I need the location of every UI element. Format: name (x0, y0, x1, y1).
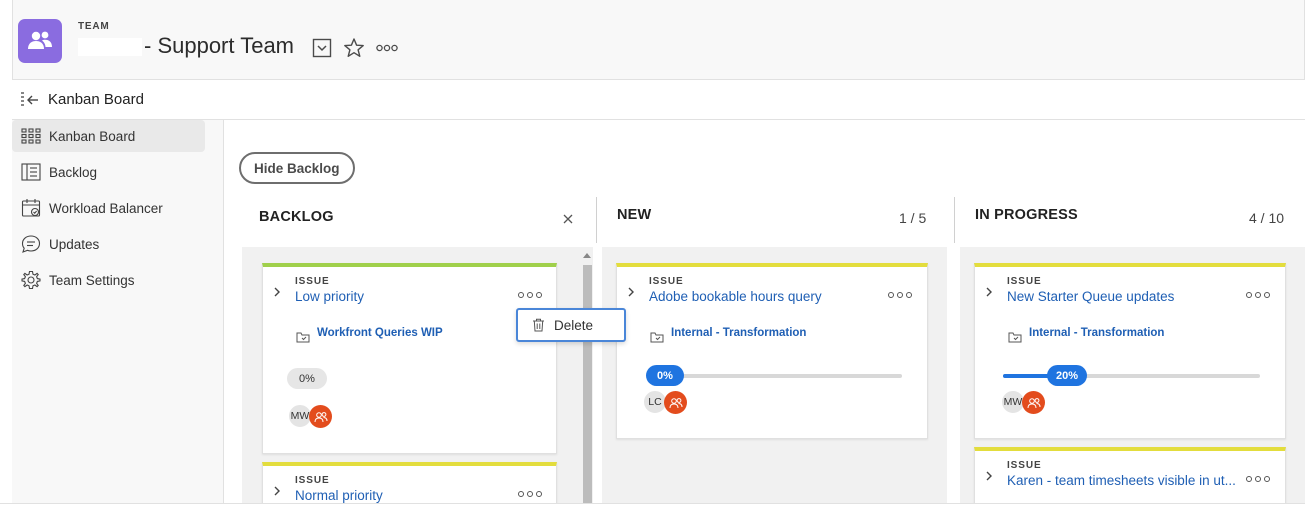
board-title: Kanban Board (48, 91, 144, 108)
project-link[interactable]: Internal - Transformation (671, 327, 806, 339)
sidebar-item-team-settings[interactable]: Team Settings (12, 264, 205, 296)
trash-icon (532, 318, 545, 332)
card-type-label: ISSUE (295, 276, 330, 287)
card-title-link[interactable]: Adobe bookable hours query (649, 289, 879, 304)
delete-menu-item[interactable]: Delete (516, 308, 626, 342)
star-icon[interactable] (343, 37, 365, 59)
team-avatar-icon[interactable] (1022, 391, 1045, 414)
project-link[interactable]: Internal - Transformation (1029, 327, 1164, 339)
column-count: 4 / 10 (1249, 210, 1285, 226)
scroll-thumb[interactable] (583, 265, 592, 509)
chat-bubble-icon (20, 233, 42, 255)
issue-card[interactable]: ISSUE Low priority Workfront Queries WIP… (262, 263, 557, 454)
more-icon[interactable] (518, 289, 542, 301)
chevron-right-icon[interactable] (985, 469, 993, 487)
more-icon[interactable] (888, 289, 912, 301)
column-name: BACKLOG (259, 209, 334, 225)
card-type-label: ISSUE (649, 276, 684, 287)
card-type-label: ISSUE (1007, 460, 1042, 471)
team-type-label: TEAM (78, 21, 110, 32)
column-header-backlog: BACKLOG (242, 199, 596, 243)
chevron-right-icon[interactable] (627, 285, 635, 303)
board-area: Hide Backlog BACKLOG NEW 1 / 5 IN PROGRE… (225, 121, 1305, 509)
card-title-link[interactable]: Low priority (295, 289, 495, 304)
more-icon[interactable] (1246, 289, 1270, 301)
chevron-right-icon[interactable] (273, 285, 281, 303)
scroll-up-arrow-icon[interactable] (583, 253, 591, 258)
project-link[interactable]: Workfront Queries WIP (317, 327, 443, 339)
chevron-right-icon[interactable] (985, 285, 993, 303)
issue-card[interactable]: ISSUE Karen - team timesheets visible in… (974, 447, 1286, 507)
column-count: 1 / 5 (899, 210, 927, 226)
project-icon (650, 330, 664, 348)
collapse-panel-icon[interactable] (19, 91, 41, 114)
card-type-label: ISSUE (1007, 276, 1042, 287)
page-title: - Support Team (78, 33, 294, 59)
issue-card[interactable]: ISSUE New Starter Queue updates Internal… (974, 263, 1286, 439)
hide-backlog-button[interactable]: Hide Backlog (239, 152, 355, 184)
backlog-scrollbar[interactable] (580, 247, 593, 509)
sidebar-item-label: Kanban Board (49, 128, 136, 144)
column-header-new: NEW 1 / 5 (597, 199, 954, 243)
sidebar-item-label: Updates (49, 236, 100, 252)
card-title-link[interactable]: New Starter Queue updates (1007, 289, 1237, 304)
card-title-link[interactable]: Normal priority (295, 488, 495, 503)
more-icon[interactable] (518, 488, 542, 500)
issue-card[interactable]: ISSUE Adobe bookable hours query Interna… (616, 263, 928, 439)
kanban-grid-icon (20, 125, 42, 147)
card-type-label: ISSUE (295, 475, 330, 486)
progress-badge: 0% (646, 365, 684, 386)
board-toolbar: Kanban Board (12, 80, 1305, 120)
chevron-right-icon[interactable] (273, 484, 281, 502)
project-icon (296, 330, 310, 348)
column-header-in-progress: IN PROGRESS 4 / 10 (955, 199, 1305, 243)
progress-track (647, 374, 902, 378)
card-title-link[interactable]: Karen - team timesheets visible in ut... (1007, 473, 1239, 488)
gear-icon (20, 269, 42, 291)
column-name: NEW (617, 207, 652, 223)
backlog-icon (20, 161, 42, 183)
close-icon[interactable] (562, 212, 574, 230)
page-header: TEAM - Support Team (12, 0, 1305, 80)
sidebar-item-label: Team Settings (49, 272, 135, 288)
column-name: IN PROGRESS (975, 207, 1078, 223)
sidebar: Kanban Board Backlog Workload Balancer U… (12, 120, 224, 509)
calendar-icon (20, 197, 42, 219)
issue-card[interactable]: ISSUE Normal priority (262, 462, 557, 509)
project-icon (1008, 330, 1022, 348)
dropdown-icon[interactable] (311, 37, 333, 59)
sidebar-item-backlog[interactable]: Backlog (12, 156, 205, 188)
progress-track (1003, 374, 1260, 378)
progress-badge: 0% (287, 368, 327, 389)
sidebar-item-kanban-board[interactable]: Kanban Board (12, 120, 205, 152)
team-icon (18, 19, 62, 63)
progress-badge: 20% (1047, 365, 1087, 386)
more-icon[interactable] (1246, 473, 1270, 485)
sidebar-item-label: Backlog (49, 164, 98, 180)
page-bottom-edge (0, 503, 1305, 509)
delete-menu-label: Delete (554, 317, 594, 333)
redacted-name (78, 38, 142, 57)
team-name: - Support Team (144, 33, 295, 58)
more-icon[interactable] (375, 37, 399, 59)
team-avatar-icon[interactable] (664, 391, 687, 414)
sidebar-item-updates[interactable]: Updates (12, 228, 205, 260)
sidebar-item-workload-balancer[interactable]: Workload Balancer (12, 192, 205, 224)
sidebar-item-label: Workload Balancer (49, 200, 163, 216)
team-avatar-icon[interactable] (309, 405, 332, 428)
